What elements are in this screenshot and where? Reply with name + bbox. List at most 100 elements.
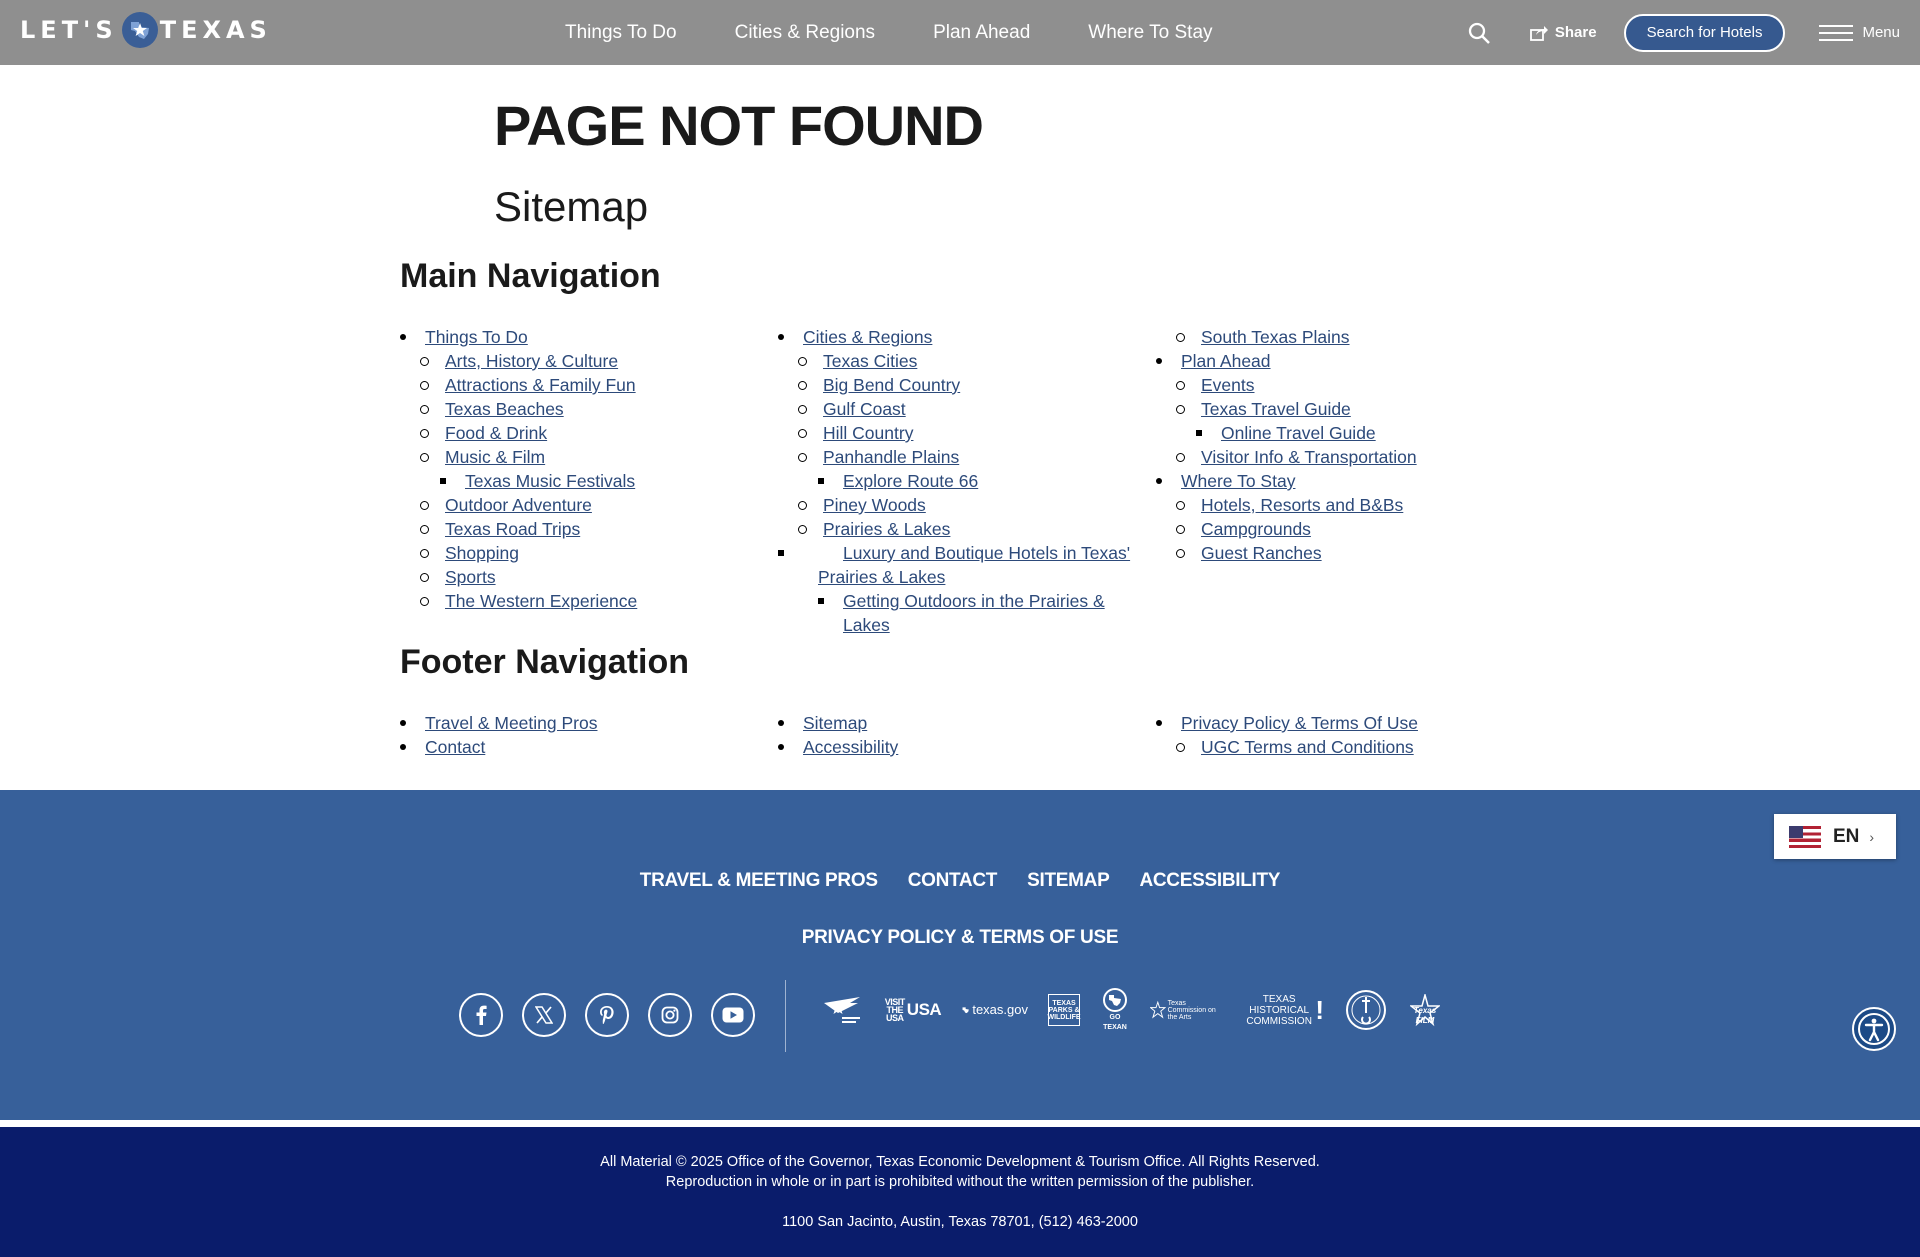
- sitemap-item: Luxury and Boutique Hotels in Texas' Pra…: [778, 541, 1148, 589]
- us-flag-icon: [1789, 825, 1821, 848]
- footer-separator: [0, 1120, 1920, 1127]
- sitemap-link[interactable]: Gulf Coast: [823, 399, 906, 419]
- nav-cities-regions[interactable]: Cities & Regions: [735, 22, 875, 44]
- sitemap-link[interactable]: South Texas Plains: [1201, 327, 1350, 347]
- sitemap-item: Travel & Meeting Pros: [400, 711, 760, 735]
- sitemap-link[interactable]: Travel & Meeting Pros: [425, 713, 597, 733]
- sitemap-link[interactable]: The Western Experience: [445, 591, 637, 611]
- sitemap-item: UGC Terms and Conditions: [1156, 735, 1536, 759]
- nav-plan-ahead[interactable]: Plan Ahead: [933, 22, 1030, 44]
- share-button[interactable]: Share: [1529, 24, 1597, 41]
- texas-gov-logo[interactable]: texas.gov: [962, 1003, 1028, 1017]
- travel-texas-logo[interactable]: [820, 993, 864, 1027]
- sitemap-link[interactable]: Attractions & Family Fun: [445, 375, 636, 395]
- lets-texas-logo[interactable]: LET'S TEXAS: [20, 12, 272, 48]
- sitemap-link[interactable]: Shopping: [445, 543, 519, 563]
- visit-usa-text: VISIT THE USA: [884, 997, 906, 1023]
- footer-nav-column-3: Privacy Policy & Terms Of Use UGC Terms a…: [1156, 711, 1536, 759]
- sitemap-link[interactable]: Sitemap: [803, 713, 867, 733]
- sitemap-link[interactable]: Panhandle Plains: [823, 447, 959, 467]
- sitemap-link[interactable]: Guest Ranches: [1201, 543, 1322, 563]
- main-navigation-heading: Main Navigation: [400, 257, 661, 295]
- sitemap-link[interactable]: Contact: [425, 737, 485, 757]
- footer-link-contact[interactable]: CONTACT: [908, 870, 998, 892]
- texas-star-icon: [121, 12, 158, 48]
- visit-the-usa-logo[interactable]: VISIT THE USA USA: [884, 997, 942, 1023]
- footer-link-accessibility[interactable]: ACCESSIBILITY: [1139, 870, 1280, 892]
- address-text: 1100 San Jacinto, Austin, Texas 78701, (…: [782, 1214, 1138, 1230]
- sitemap-link[interactable]: Texas Beaches: [445, 399, 564, 419]
- youtube-icon[interactable]: [711, 993, 755, 1037]
- sitemap-link[interactable]: Campgrounds: [1201, 519, 1311, 539]
- footer-link-travel-meeting-pros[interactable]: TRAVEL & MEETING PROS: [640, 870, 878, 892]
- share-icon: [1529, 25, 1548, 41]
- instagram-icon[interactable]: [648, 993, 692, 1037]
- sitemap-item: Campgrounds: [1156, 517, 1536, 541]
- sitemap-link[interactable]: Online Travel Guide: [1221, 423, 1376, 443]
- sitemap-link[interactable]: Accessibility: [803, 737, 898, 757]
- go-texan-text: GO TEXAN: [1103, 1014, 1127, 1031]
- footer-links-row-1: TRAVEL & MEETING PROS CONTACT SITEMAP AC…: [0, 870, 1920, 892]
- sitemap-link[interactable]: Piney Woods: [823, 495, 926, 515]
- legal-footer: All Material © 2025 Office of the Govern…: [0, 1127, 1920, 1257]
- sitemap-link[interactable]: Getting Outdoors in the Prairies & Lakes: [843, 591, 1105, 635]
- sitemap-link[interactable]: Big Bend Country: [823, 375, 960, 395]
- texas-music-office-logo[interactable]: [1344, 989, 1388, 1031]
- site-header: LET'S TEXAS Things To Do Cities & Region…: [0, 0, 1920, 65]
- logo-text-lets: LET'S: [20, 16, 118, 44]
- sitemap-item: Visitor Info & Transportation: [1156, 445, 1536, 469]
- sitemap-link[interactable]: Food & Drink: [445, 423, 547, 443]
- sitemap-link[interactable]: Texas Cities: [823, 351, 917, 371]
- sitemap-link[interactable]: Texas Music Festivals: [465, 471, 635, 491]
- go-texan-logo[interactable]: GO TEXAN: [1100, 987, 1130, 1033]
- main-nav-column-2: Cities & Regions Texas Cities Big Bend Cou…: [778, 325, 1148, 637]
- accessibility-icon[interactable]: [1852, 1007, 1896, 1051]
- pinterest-icon[interactable]: [585, 993, 629, 1037]
- menu-button[interactable]: Menu: [1819, 24, 1900, 41]
- sitemap-item: Privacy Policy & Terms Of Use: [1156, 711, 1536, 735]
- sitemap-link[interactable]: Events: [1201, 375, 1255, 395]
- sitemap-link[interactable]: Hill Country: [823, 423, 913, 443]
- sitemap-link[interactable]: Privacy Policy & Terms Of Use: [1181, 713, 1418, 733]
- sitemap-link[interactable]: Where To Stay: [1181, 471, 1295, 491]
- footer-link-privacy-policy[interactable]: PRIVACY POLICY & TERMS OF USE: [802, 927, 1119, 949]
- search-icon[interactable]: [1464, 18, 1494, 48]
- sitemap-link[interactable]: Plan Ahead: [1181, 351, 1271, 371]
- facebook-icon[interactable]: [459, 993, 503, 1037]
- sitemap-item: Texas Travel Guide: [1156, 397, 1536, 421]
- sitemap-link[interactable]: Hotels, Resorts and B&Bs: [1201, 495, 1403, 515]
- texas-gov-text: texas.gov: [972, 1002, 1028, 1017]
- sitemap-link[interactable]: Outdoor Adventure: [445, 495, 592, 515]
- sitemap-link[interactable]: Texas Travel Guide: [1201, 399, 1351, 419]
- sitemap-item: South Texas Plains: [1156, 325, 1536, 349]
- sitemap-link[interactable]: Sports: [445, 567, 496, 587]
- sitemap-link[interactable]: Things To Do: [425, 327, 528, 347]
- header-actions: Share Search for Hotels Menu: [1464, 0, 1900, 65]
- arts-text: Texas Commission on the Arts: [1167, 999, 1216, 1021]
- footer-nav-column-2: Sitemap Accessibility: [778, 711, 1138, 759]
- sitemap-link[interactable]: Texas Road Trips: [445, 519, 580, 539]
- footer-link-sitemap[interactable]: SITEMAP: [1027, 870, 1110, 892]
- texas-film-logo[interactable]: Texas FILM: [1408, 994, 1442, 1027]
- sitemap-link[interactable]: Cities & Regions: [803, 327, 932, 347]
- sitemap-link[interactable]: Explore Route 66: [843, 471, 978, 491]
- nav-things-to-do[interactable]: Things To Do: [565, 22, 677, 44]
- texas-historical-commission-logo[interactable]: TEXAS HISTORICAL COMMISSION !: [1244, 994, 1324, 1027]
- sitemap-link[interactable]: Prairies & Lakes: [823, 519, 950, 539]
- sitemap-link[interactable]: UGC Terms and Conditions: [1201, 737, 1414, 757]
- sitemap-item: Sports: [400, 565, 760, 589]
- nav-where-to-stay[interactable]: Where To Stay: [1088, 22, 1212, 44]
- tpwd-logo[interactable]: TEXAS PARKS & WILDLIFE: [1047, 994, 1081, 1026]
- sitemap-link[interactable]: Arts, History & Culture: [445, 351, 618, 371]
- page-title: PAGE NOT FOUND: [494, 94, 984, 157]
- language-selector[interactable]: EN ›: [1774, 814, 1896, 859]
- sitemap-item: Guest Ranches: [1156, 541, 1536, 565]
- sitemap-link[interactable]: Luxury and Boutique Hotels in Texas' Pra…: [818, 543, 1130, 587]
- texas-commission-arts-logo[interactable]: Texas Commission on the Arts: [1150, 996, 1224, 1024]
- sitemap-link[interactable]: Visitor Info & Transportation: [1201, 447, 1417, 467]
- sitemap-item: Shopping: [400, 541, 760, 565]
- footer-links-row-2: PRIVACY POLICY & TERMS OF USE: [0, 927, 1920, 949]
- search-hotels-button[interactable]: Search for Hotels: [1623, 13, 1786, 52]
- sitemap-link[interactable]: Music & Film: [445, 447, 545, 467]
- x-icon[interactable]: [522, 993, 566, 1037]
